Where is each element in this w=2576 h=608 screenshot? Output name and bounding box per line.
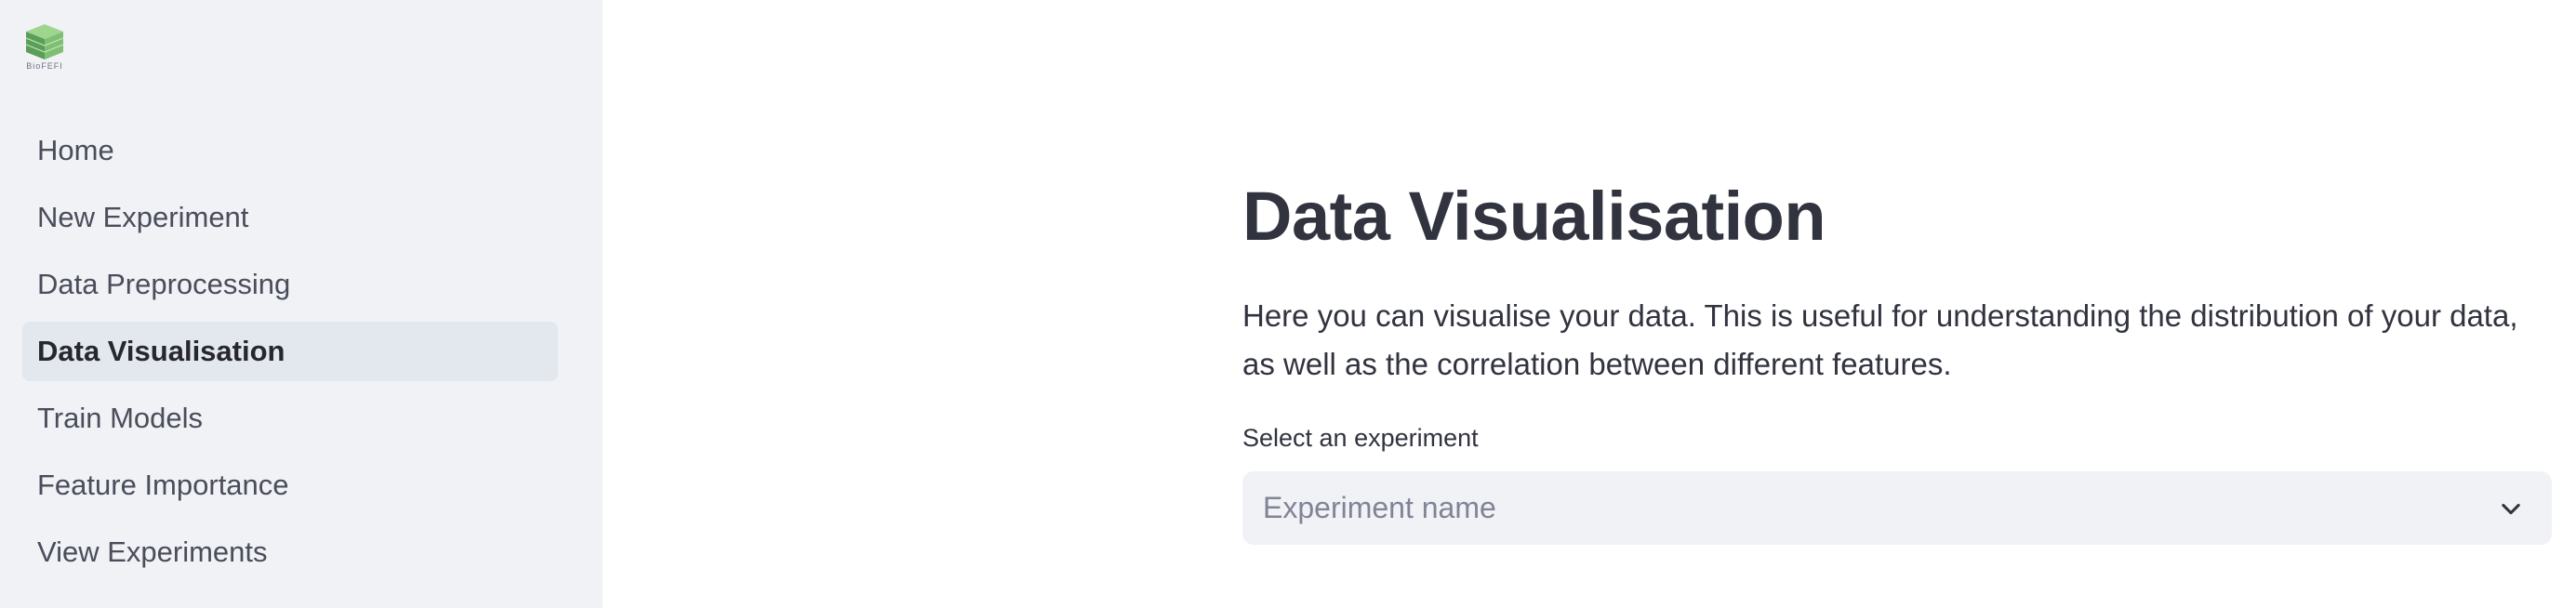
experiment-select-placeholder: Experiment name bbox=[1263, 491, 1496, 524]
sidebar-item-home[interactable]: Home bbox=[22, 121, 558, 180]
sidebar: BioFEFI Home New Experiment Data Preproc… bbox=[0, 0, 603, 608]
experiment-select-label: Select an experiment bbox=[1242, 424, 1479, 452]
sidebar-item-data-preprocessing[interactable]: Data Preprocessing bbox=[22, 255, 558, 314]
sidebar-item-new-experiment[interactable]: New Experiment bbox=[22, 188, 558, 247]
experiment-select[interactable]: Experiment name bbox=[1242, 471, 2552, 545]
page-description: Here you can visualise your data. This i… bbox=[1242, 298, 2518, 381]
sidebar-item-view-experiments[interactable]: View Experiments bbox=[22, 522, 558, 582]
cube-logo-icon bbox=[25, 24, 64, 59]
app-window: BioFEFI Home New Experiment Data Preproc… bbox=[0, 0, 2576, 608]
main-content: Data Visualisation Here you can visualis… bbox=[1242, 0, 2554, 608]
sidebar-item-train-models[interactable]: Train Models bbox=[22, 389, 558, 448]
logo-text: BioFEFI bbox=[26, 61, 63, 71]
app-logo: BioFEFI bbox=[20, 20, 69, 74]
sidebar-item-feature-importance[interactable]: Feature Importance bbox=[22, 456, 558, 515]
page-title: Data Visualisation bbox=[1242, 178, 1826, 255]
sidebar-item-data-visualisation[interactable]: Data Visualisation bbox=[22, 322, 558, 381]
chevron-down-icon[interactable] bbox=[2498, 496, 2524, 522]
sidebar-nav: Home New Experiment Data Preprocessing D… bbox=[22, 121, 558, 589]
